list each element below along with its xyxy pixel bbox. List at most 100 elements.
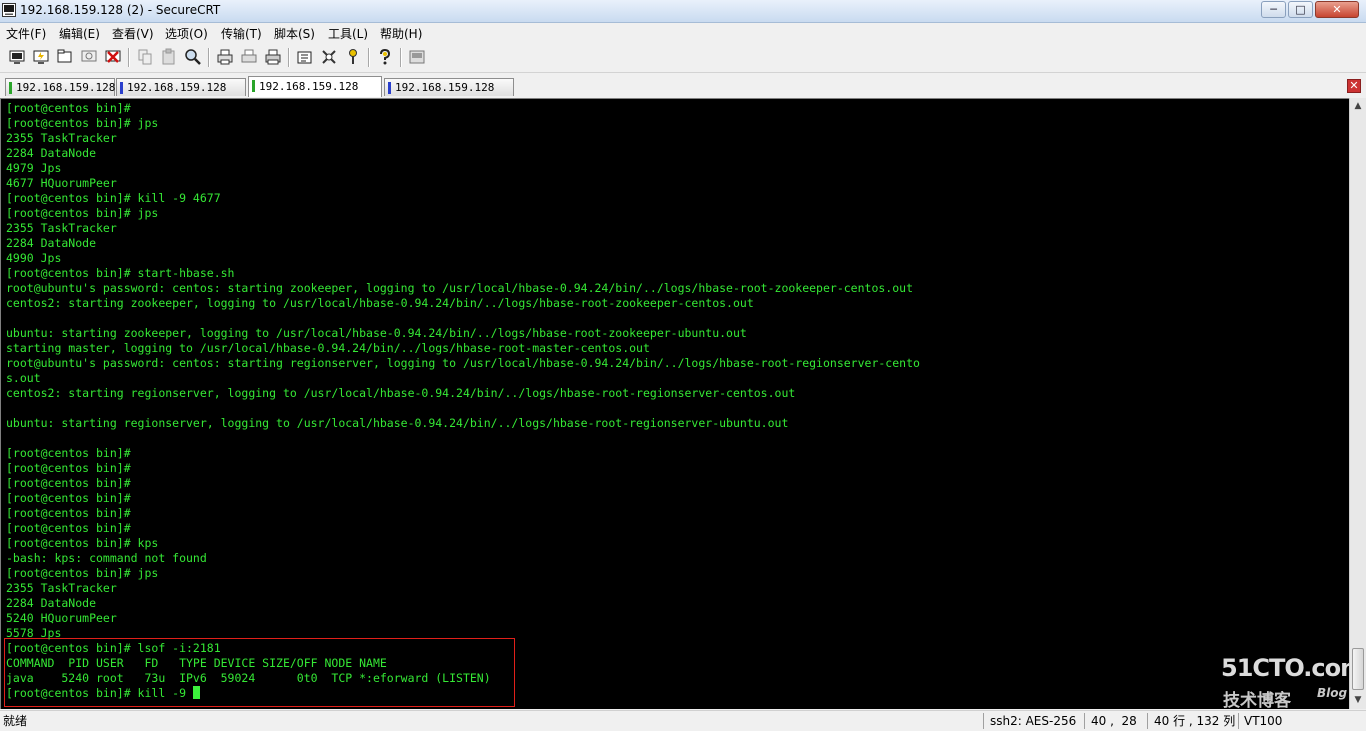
help-icon[interactable] (376, 48, 394, 66)
session-options-icon[interactable] (296, 48, 314, 66)
tab-session-3[interactable]: 192.168.159.128 (3) (384, 78, 514, 111)
menu-view[interactable]: 查看(V) (112, 25, 154, 42)
connected-indicator (9, 82, 12, 94)
connected-indicator (252, 80, 255, 92)
terminal-line: s.out (6, 371, 41, 386)
terminal-line-text: 4677 HQuorumPeer (6, 176, 117, 190)
menu-edit[interactable]: 编辑(E) (59, 25, 100, 42)
terminal-line: java 5240 root 73u IPv6 59024 0t0 TCP *:… (6, 671, 491, 686)
terminal-line: [root@centos bin]# kill -9 (6, 686, 200, 701)
connect-in-tab-icon[interactable] (56, 48, 74, 66)
terminal-line: ubuntu: starting regionserver, logging t… (6, 416, 788, 431)
status-separator (983, 713, 984, 729)
terminal-line: [root@centos bin]# (6, 491, 131, 506)
terminal-line-text: 2284 DataNode (6, 146, 97, 160)
tab-session-1[interactable]: 192.168.159.128 (1) (116, 78, 246, 111)
scroll-up-icon[interactable]: ▲ (1351, 98, 1365, 114)
status-bar: 就绪 ssh2: AES-256 40 , 28 40 行 , 132 列 VT… (0, 710, 1366, 731)
reconnect-icon[interactable] (80, 48, 98, 66)
watermark-main: 51CTO.com (1221, 654, 1349, 682)
terminal-line: root@ubuntu's password: centos: starting… (6, 356, 920, 371)
close-button[interactable]: ✕ (1315, 1, 1359, 18)
terminal-cursor (192, 686, 200, 699)
print-setup-icon[interactable] (216, 48, 234, 66)
terminal-line-text: starting master, logging to /usr/local/h… (6, 341, 650, 355)
terminal-line: [root@centos bin]# (6, 101, 131, 116)
close-tab-button[interactable]: ✕ (1347, 79, 1361, 93)
terminal-line: 5240 HQuorumPeer (6, 611, 117, 626)
connect-icon[interactable] (8, 48, 26, 66)
terminal-line-text: s.out (6, 371, 41, 385)
status-separator (1147, 713, 1148, 729)
print-icon[interactable] (264, 48, 282, 66)
toolbar-separator (128, 48, 130, 67)
global-options-icon[interactable] (320, 48, 338, 66)
terminal-line-text: [root@centos bin]# start-hbase.sh (6, 266, 235, 280)
terminal-line: [root@centos bin]# jps (6, 116, 158, 131)
terminal-line-text: java 5240 root 73u IPv6 59024 0t0 TCP *:… (6, 671, 491, 685)
watermark-blog: Blog (1317, 686, 1348, 700)
terminal-line-text: 4979 Jps (6, 161, 62, 175)
terminal-line: 2355 TaskTracker (6, 131, 117, 146)
terminal-line: 2355 TaskTracker (6, 221, 117, 236)
title-bar: 192.168.159.128 (2) - SecureCRT ─ □ ✕ (0, 0, 1366, 23)
terminal-line: -bash: kps: command not found (6, 551, 207, 566)
terminal-line: 4990 Jps (6, 251, 61, 266)
terminal-line: COMMAND PID USER FD TYPE DEVICE SIZE/OFF… (6, 656, 387, 671)
menu-file[interactable]: 文件(F) (6, 25, 46, 42)
scrollbar-thumb[interactable] (1352, 648, 1364, 690)
keymap-icon[interactable] (344, 48, 362, 66)
session-tab-strip: 192.168.159.128 192.168.159.128 (1) 192.… (0, 76, 1366, 112)
terminal-line-text: [root@centos bin]# kill -9 4677 (6, 191, 221, 205)
terminal-line-text: 2355 TaskTracker (6, 581, 117, 595)
terminal-line: [root@centos bin]# (6, 521, 131, 536)
menu-help[interactable]: 帮助(H) (380, 25, 422, 42)
terminal-line-text: ubuntu: starting regionserver, logging t… (6, 416, 789, 430)
window-title: 192.168.159.128 (2) - SecureCRT (20, 3, 221, 17)
watermark-sub: 技术博客 (1223, 691, 1291, 709)
menu-transfer[interactable]: 传输(T) (221, 25, 262, 42)
terminal-line-text: root@ubuntu's password: centos: starting… (6, 356, 920, 370)
terminal-line: centos2: starting regionserver, logging … (6, 386, 795, 401)
terminal-line-text: 2284 DataNode (6, 236, 97, 250)
terminal-line: [root@centos bin]# start-hbase.sh (6, 266, 234, 281)
terminal-line-text: [root@centos bin]# jps (6, 116, 159, 130)
menu-options[interactable]: 选项(O) (165, 25, 208, 42)
terminal-line: 2284 DataNode (6, 146, 96, 161)
terminal-scrollbar[interactable]: ▲ ▼ (1349, 98, 1366, 709)
terminal-line-text: COMMAND PID USER FD TYPE DEVICE SIZE/OFF… (6, 656, 387, 670)
terminal-line: [root@centos bin]# (6, 446, 131, 461)
minimize-button[interactable]: ─ (1261, 1, 1286, 18)
tab-label: 192.168.159.128 (16, 81, 116, 94)
toolbar-separator (208, 48, 210, 67)
quick-connect-icon[interactable] (32, 48, 50, 66)
status-encryption: ssh2: AES-256 (990, 714, 1077, 728)
scroll-down-icon[interactable]: ▼ (1351, 692, 1365, 708)
terminal-line-text: 5578 Jps (6, 626, 62, 640)
status-cursor-position: 40 , 28 (1091, 714, 1137, 728)
print-selection-icon[interactable] (240, 48, 258, 66)
find-icon[interactable] (184, 48, 202, 66)
terminal-line-text: -bash: kps: command not found (6, 551, 207, 565)
terminal-line: [root@centos bin]# kill -9 4677 (6, 191, 221, 206)
terminal-line-text: root@ubuntu's password: centos: starting… (6, 281, 913, 295)
connected-indicator (388, 82, 391, 94)
securecrt-app-icon[interactable] (2, 3, 16, 17)
terminal-line-text: centos2: starting zookeeper, logging to … (6, 296, 754, 310)
menu-tools[interactable]: 工具(L) (328, 25, 368, 42)
status-separator (1084, 713, 1085, 729)
sftp-icon[interactable] (408, 48, 426, 66)
copy-icon[interactable] (136, 48, 154, 66)
maximize-button[interactable]: □ (1288, 1, 1313, 18)
tab-session-0[interactable]: 192.168.159.128 (5, 78, 115, 96)
menu-bar: 文件(F) 编辑(E) 查看(V) 选项(O) 传输(T) 脚本(S) 工具(L… (0, 23, 1366, 41)
disconnect-icon[interactable] (104, 48, 122, 66)
paste-icon[interactable] (160, 48, 178, 66)
tab-session-2[interactable]: 192.168.159.128 (2) (248, 76, 382, 112)
terminal-line: ubuntu: starting zookeeper, logging to /… (6, 326, 747, 341)
terminal-area[interactable]: 51CTO.com 技术博客 Blog [root@centos bin]#[r… (0, 98, 1349, 709)
toolbar-separator (368, 48, 370, 67)
toolbar-separator (288, 48, 290, 67)
menu-script[interactable]: 脚本(S) (274, 25, 315, 42)
terminal-line: [root@centos bin]# lsof -i:2181 (6, 641, 221, 656)
